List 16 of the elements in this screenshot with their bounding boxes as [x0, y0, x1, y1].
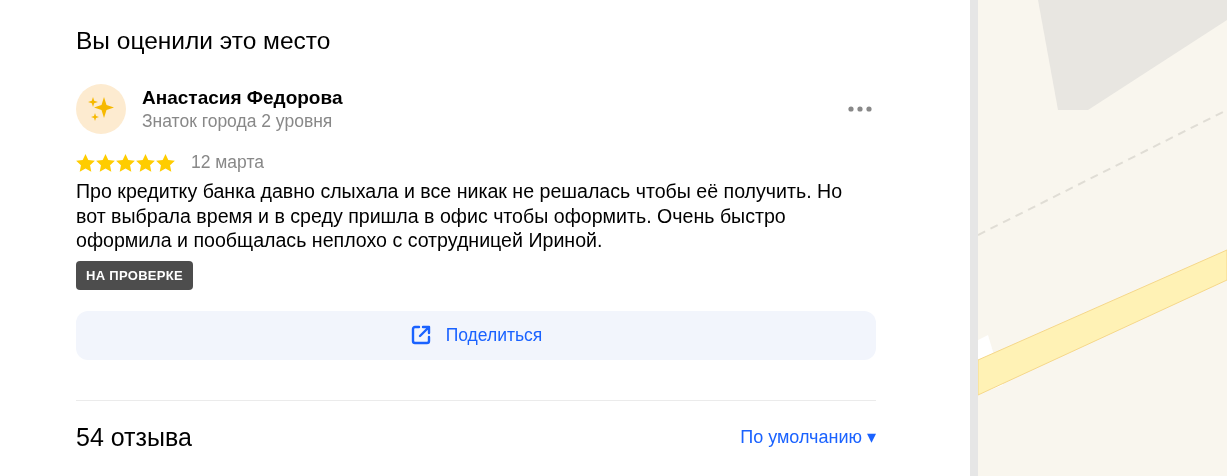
review-date: 12 марта: [191, 152, 264, 173]
reviews-count: 54 отзыва: [76, 422, 192, 452]
review-text: Про кредитку банка давно слыхала и все никак не решалась чтобы её получить. Но вот выбрала время и в среду пришла в офис чтобы оформить. Очень быстро оформила и пообщалась неплохо с сотрудницей Ириной.: [76, 179, 844, 253]
sort-dropdown[interactable]: По умолчанию ▾: [740, 426, 876, 448]
status-badge: НА ПРОВЕРКЕ: [76, 260, 193, 290]
star-icon: [96, 153, 115, 172]
author-name[interactable]: Анастасия Федорова: [142, 86, 828, 110]
more-icon: [848, 106, 872, 112]
star-icon: [156, 153, 175, 172]
star-icon: [116, 153, 135, 172]
section-title: Вы оценили это место: [76, 26, 332, 56]
share-button[interactable]: Поделиться: [76, 310, 876, 360]
share-icon: [409, 324, 432, 346]
star-icon: [136, 153, 155, 172]
author-level: Знаток города 2 уровня: [142, 110, 334, 132]
star-icon: [76, 153, 95, 172]
